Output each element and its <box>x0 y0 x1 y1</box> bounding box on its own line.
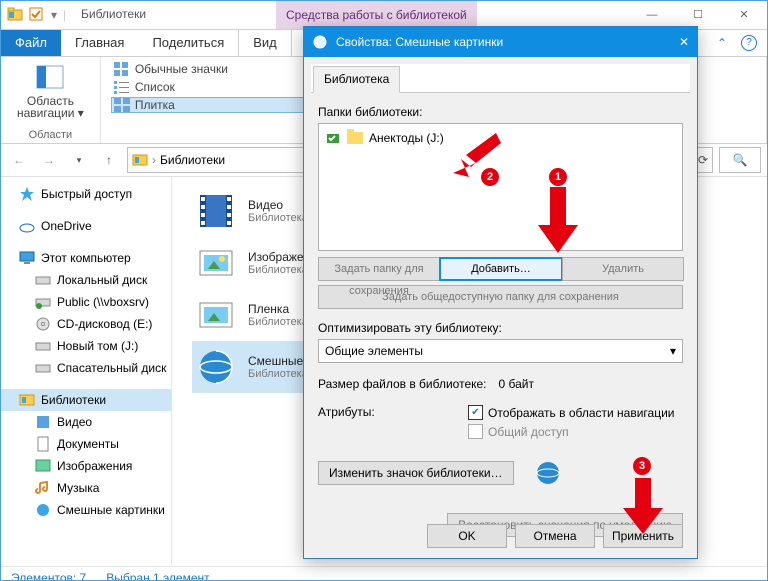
nav-lib-music[interactable]: Музыка <box>1 477 171 499</box>
attributes-label: Атрибуты: <box>318 405 468 419</box>
status-bar: Элементов: 7 Выбран 1 элемент <box>1 566 767 581</box>
check-icon <box>325 130 341 146</box>
annotation-arrow-3 <box>623 478 663 538</box>
app-icon <box>7 7 23 23</box>
checkbox-show-in-nav[interactable]: Отображать в области навигации <box>468 405 674 420</box>
remove-folder-button: Удалить <box>562 257 684 281</box>
change-library-icon-button[interactable]: Изменить значок библиотеки… <box>318 461 514 485</box>
library-size-label: Размер файлов в библиотеке: <box>318 377 487 391</box>
qat-checkbox-icon[interactable] <box>29 7 45 23</box>
pc-icon <box>19 250 35 266</box>
ok-button[interactable]: OK <box>427 524 507 548</box>
dialog-titlebar[interactable]: Свойства: Смешные картинки ✕ <box>304 27 697 57</box>
cancel-button[interactable]: Отмена <box>515 524 595 548</box>
set-save-folder-button: Задать папку для сохранения <box>318 257 440 281</box>
drive-icon <box>35 360 51 376</box>
annotation-badge-1: 1 <box>549 168 567 186</box>
onedrive-icon <box>19 218 35 234</box>
chevron-down-icon: ▾ <box>670 344 676 358</box>
picture-icon <box>35 458 51 474</box>
explorer-window: ▾ | Библиотеки Средства работы с библиот… <box>0 0 768 581</box>
nav-onedrive[interactable]: OneDrive <box>1 215 171 237</box>
tab-view[interactable]: Вид <box>238 29 292 56</box>
annotation-arrow-1 <box>538 187 578 257</box>
back-button[interactable]: ← <box>7 148 31 172</box>
qat-dropdown-icon[interactable]: ▾ <box>51 8 57 22</box>
context-tab-library-tools[interactable]: Средства работы с библиотекой <box>276 1 477 29</box>
optimize-label: Оптимизировать эту библиотеку: <box>318 321 683 335</box>
globe-icon <box>312 34 328 50</box>
globe-icon <box>35 502 51 518</box>
navigation-pane: Быстрый доступ OneDrive Этот компьютер Л… <box>1 177 172 566</box>
nav-lib-video[interactable]: Видео <box>1 411 171 433</box>
document-icon <box>35 436 51 452</box>
nav-cd-drive[interactable]: CD-дисковод (E:) <box>1 313 171 335</box>
network-drive-icon <box>35 294 51 310</box>
nav-lib-funny-pictures[interactable]: Смешные картинки <box>1 499 171 521</box>
close-button[interactable]: ✕ <box>721 1 767 29</box>
checkbox-shared[interactable]: Общий доступ <box>468 424 674 439</box>
star-icon <box>19 186 35 202</box>
add-folder-button[interactable]: Добавить… <box>439 257 563 281</box>
libraries-icon <box>132 152 148 168</box>
ribbon-group-areas: Области <box>11 127 90 141</box>
dialog-close-button[interactable]: ✕ <box>679 35 689 49</box>
nav-local-disk[interactable]: Локальный диск <box>1 269 171 291</box>
dialog-tab-library[interactable]: Библиотека <box>313 66 400 93</box>
globe-library-icon <box>196 347 236 387</box>
dialog-title: Свойства: Смешные картинки <box>336 35 503 49</box>
nav-libraries[interactable]: Библиотеки <box>1 389 171 411</box>
help-icon[interactable]: ? <box>741 35 757 51</box>
nav-quick-access[interactable]: Быстрый доступ <box>1 183 171 205</box>
nav-lib-documents[interactable]: Документы <box>1 433 171 455</box>
minimize-button[interactable]: — <box>629 1 675 29</box>
maximize-button[interactable]: ☐ <box>675 1 721 29</box>
film-icon <box>35 414 51 430</box>
library-folders-label: Папки библиотеки: <box>318 105 683 119</box>
forward-button[interactable]: → <box>37 148 61 172</box>
nav-public-share[interactable]: Public (\\vboxsrv) <box>1 291 171 313</box>
optimize-combo[interactable]: Общие элементы▾ <box>318 339 683 363</box>
nav-lib-images[interactable]: Изображения <box>1 455 171 477</box>
annotation-arrow-2 <box>441 125 511 185</box>
recent-locations-icon[interactable]: ▾ <box>67 148 91 172</box>
breadcrumb-libraries[interactable]: Библиотеки <box>160 153 225 167</box>
window-title: Библиотеки <box>81 7 146 21</box>
ribbon-collapse-icon[interactable]: ⌃ <box>717 36 727 50</box>
nav-pane-button[interactable]: Областьнавигации ▾ <box>11 61 90 123</box>
tab-file[interactable]: Файл <box>1 30 61 56</box>
annotation-badge-2: 2 <box>481 168 499 186</box>
video-library-icon <box>196 191 236 231</box>
images-library-icon <box>196 243 236 283</box>
tab-home[interactable]: Главная <box>61 30 138 56</box>
status-selection: Выбран 1 элемент <box>106 571 209 581</box>
nav-rescue-disk[interactable]: Спасательный диск <box>1 357 171 379</box>
libraries-icon <box>19 392 35 408</box>
camera-roll-icon <box>196 295 236 335</box>
tab-share[interactable]: Поделиться <box>138 30 238 56</box>
search-box[interactable]: 🔍 <box>719 147 761 173</box>
status-item-count: Элементов: 7 <box>11 571 86 581</box>
drive-icon <box>35 272 51 288</box>
music-icon <box>35 480 51 496</box>
folder-icon <box>347 132 363 144</box>
chevron-down-icon: ▾ <box>78 106 84 120</box>
cd-icon <box>35 316 51 332</box>
nav-new-volume[interactable]: Новый том (J:) <box>1 335 171 357</box>
annotation-badge-3: 3 <box>633 457 651 475</box>
library-size-value: 0 байт <box>499 377 534 391</box>
library-icon-preview <box>534 459 562 487</box>
breadcrumb-chevron[interactable]: › <box>152 153 156 167</box>
drive-icon <box>35 338 51 354</box>
up-button[interactable]: ↑ <box>97 148 121 172</box>
nav-this-pc[interactable]: Этот компьютер <box>1 247 171 269</box>
refresh-icon[interactable]: ⟳ <box>698 153 708 167</box>
